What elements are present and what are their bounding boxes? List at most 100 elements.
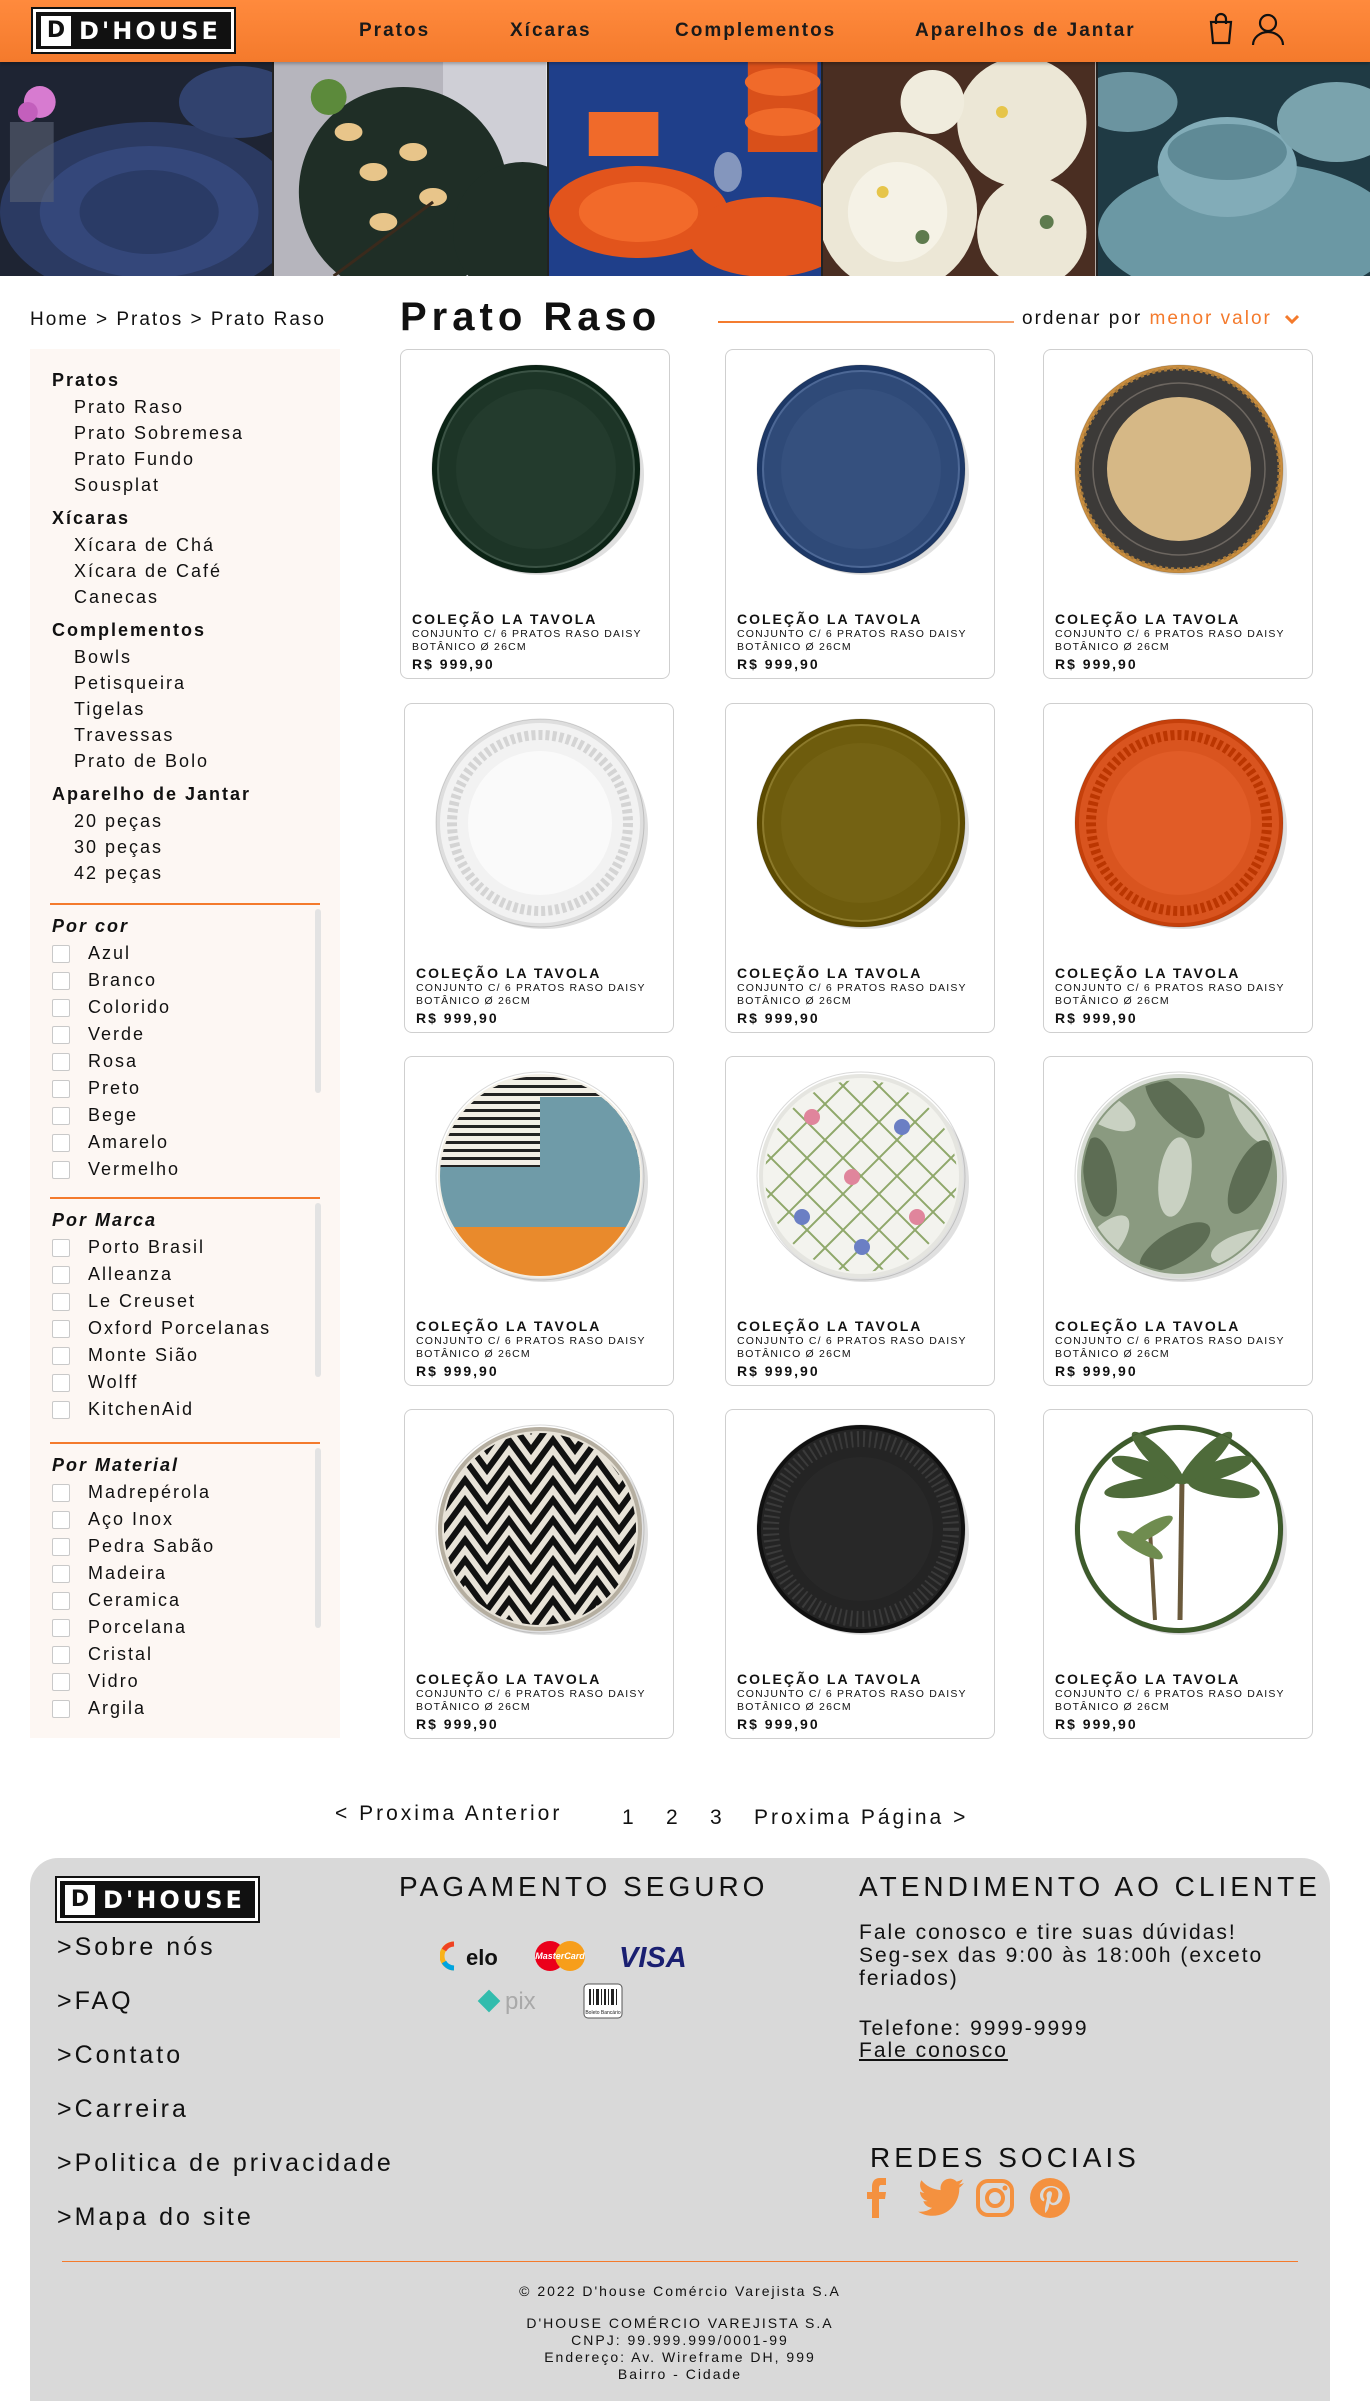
checkbox[interactable] — [52, 1672, 70, 1691]
checkbox[interactable] — [52, 1319, 70, 1338]
nav-xicaras[interactable]: Xícaras — [510, 20, 592, 42]
sidebar-item-prato-fundo[interactable]: Prato Fundo — [74, 449, 195, 470]
sort-control[interactable]: ordenar por menor valor — [1022, 308, 1300, 330]
footer-link-carreira[interactable]: >Carreira — [57, 2095, 189, 2124]
filter-option-azul[interactable]: Azul — [52, 943, 131, 964]
filter-option-le-creuset[interactable]: Le Creuset — [52, 1291, 196, 1312]
product-card[interactable]: COLEÇÃO LA TAVOLA CONJUNTO C/ 6 PRATOS R… — [404, 1056, 674, 1386]
sidebar-item-xicara-de-cafe[interactable]: Xícara de Café — [74, 561, 222, 582]
filter-option-preto[interactable]: Preto — [52, 1078, 141, 1099]
sidebar-category-xicaras[interactable]: Xícaras — [52, 508, 130, 529]
checkbox[interactable] — [52, 1025, 70, 1044]
checkbox[interactable] — [52, 1400, 70, 1419]
footer-link-sobre-nos[interactable]: >Sobre nós — [57, 1933, 216, 1962]
sidebar-item-sousplat[interactable]: Sousplat — [74, 475, 160, 496]
sidebar-item-bowls[interactable]: Bowls — [74, 647, 132, 668]
checkbox[interactable] — [52, 1106, 70, 1125]
filter-material-scrollbar[interactable] — [315, 1448, 321, 1628]
footer-link-politica-de-privacidade[interactable]: >Politica de privacidade — [57, 2149, 394, 2178]
breadcrumb[interactable]: Home > Pratos > Prato Raso — [30, 309, 326, 331]
product-card[interactable]: COLEÇÃO LA TAVOLA CONJUNTO C/ 6 PRATOS R… — [404, 1409, 674, 1739]
product-card[interactable]: COLEÇÃO LA TAVOLA CONJUNTO C/ 6 PRATOS R… — [725, 1409, 995, 1739]
checkbox[interactable] — [52, 1238, 70, 1257]
product-card[interactable]: COLEÇÃO LA TAVOLA CONJUNTO C/ 6 PRATOS R… — [725, 349, 995, 679]
user-icon[interactable] — [1251, 12, 1285, 46]
checkbox[interactable] — [52, 971, 70, 990]
footer-link-mapa-do-site[interactable]: >Mapa do site — [57, 2203, 254, 2232]
sidebar-item-tigelas[interactable]: Tigelas — [74, 699, 145, 720]
filter-option-branco[interactable]: Branco — [52, 970, 157, 991]
nav-aparelhos-de-jantar[interactable]: Aparelhos de Jantar — [915, 20, 1136, 42]
pagination-page-3[interactable]: 3 — [710, 1806, 725, 1830]
sidebar-item-42-pecas[interactable]: 42 peças — [74, 863, 163, 884]
checkbox[interactable] — [52, 944, 70, 963]
filter-option-amarelo[interactable]: Amarelo — [52, 1132, 169, 1153]
filter-cor-scrollbar[interactable] — [315, 909, 321, 1093]
checkbox[interactable] — [52, 1292, 70, 1311]
filter-option-porcelana[interactable]: Porcelana — [52, 1617, 187, 1638]
filter-option-vidro[interactable]: Vidro — [52, 1671, 140, 1692]
filter-option-kitchenaid[interactable]: KitchenAid — [52, 1399, 194, 1420]
checkbox[interactable] — [52, 1346, 70, 1365]
pagination-prev[interactable]: < Proxima Anterior — [335, 1802, 562, 1826]
checkbox[interactable] — [52, 1133, 70, 1152]
checkbox[interactable] — [52, 1079, 70, 1098]
checkbox[interactable] — [52, 1645, 70, 1664]
product-card[interactable]: COLEÇÃO LA TAVOLA CONJUNTO C/ 6 PRATOS R… — [1043, 1409, 1313, 1739]
filter-option-pedra-sabao[interactable]: Pedra Sabão — [52, 1536, 215, 1557]
checkbox[interactable] — [52, 1160, 70, 1179]
product-card[interactable]: COLEÇÃO LA TAVOLA CONJUNTO C/ 6 PRATOS R… — [1043, 1056, 1313, 1386]
checkbox[interactable] — [52, 1591, 70, 1610]
sidebar-item-petisqueira[interactable]: Petisqueira — [74, 673, 186, 694]
filter-option-wolff[interactable]: Wolff — [52, 1372, 138, 1393]
filter-option-bege[interactable]: Bege — [52, 1105, 138, 1126]
product-card[interactable]: COLEÇÃO LA TAVOLA CONJUNTO C/ 6 PRATOS R… — [400, 349, 670, 679]
sidebar-category-complementos[interactable]: Complementos — [52, 620, 206, 641]
footer-link-contato[interactable]: >Contato — [57, 2041, 183, 2070]
checkbox[interactable] — [52, 1265, 70, 1284]
filter-option-alleanza[interactable]: Alleanza — [52, 1264, 173, 1285]
sidebar-category-aparelho-de-jantar[interactable]: Aparelho de Jantar — [52, 784, 251, 805]
filter-marca-scrollbar[interactable] — [315, 1203, 321, 1377]
pagination-next[interactable]: Proxima Página > — [754, 1806, 968, 1830]
filter-option-argila[interactable]: Argila — [52, 1698, 146, 1719]
nav-complementos[interactable]: Complementos — [675, 20, 836, 42]
pagination-page-2[interactable]: 2 — [666, 1806, 681, 1830]
product-card[interactable]: COLEÇÃO LA TAVOLA CONJUNTO C/ 6 PRATOS R… — [725, 703, 995, 1033]
sidebar-item-20-pecas[interactable]: 20 peças — [74, 811, 163, 832]
filter-option-madeira[interactable]: Madeira — [52, 1563, 167, 1584]
sort-value[interactable]: menor valor — [1150, 308, 1272, 329]
contact-link[interactable]: Fale conosco — [859, 2039, 1008, 2062]
product-card[interactable]: COLEÇÃO LA TAVOLA CONJUNTO C/ 6 PRATOS R… — [1043, 349, 1313, 679]
filter-option-verde[interactable]: Verde — [52, 1024, 145, 1045]
checkbox[interactable] — [52, 1699, 70, 1718]
pinterest-icon[interactable] — [1030, 2178, 1070, 2218]
checkbox[interactable] — [52, 1618, 70, 1637]
product-card[interactable]: COLEÇÃO LA TAVOLA CONJUNTO C/ 6 PRATOS R… — [1043, 703, 1313, 1033]
filter-option-vermelho[interactable]: Vermelho — [52, 1159, 180, 1180]
checkbox[interactable] — [52, 1052, 70, 1071]
footer-logo[interactable]: D D'HOUSE — [55, 1876, 260, 1923]
product-card[interactable]: COLEÇÃO LA TAVOLA CONJUNTO C/ 6 PRATOS R… — [725, 1056, 995, 1386]
product-card[interactable]: COLEÇÃO LA TAVOLA CONJUNTO C/ 6 PRATOS R… — [404, 703, 674, 1033]
brand-logo[interactable]: D D'HOUSE — [31, 7, 236, 54]
chevron-down-icon[interactable] — [1285, 308, 1300, 330]
shopping-bag-icon[interactable] — [1208, 12, 1234, 46]
filter-option-oxford-porcelanas[interactable]: Oxford Porcelanas — [52, 1318, 271, 1339]
filter-option-monte-siao[interactable]: Monte Sião — [52, 1345, 199, 1366]
sidebar-item-30-pecas[interactable]: 30 peças — [74, 837, 163, 858]
filter-option-ceramica[interactable]: Ceramica — [52, 1590, 181, 1611]
facebook-icon[interactable] — [865, 2178, 889, 2218]
pagination-page-1[interactable]: 1 — [622, 1806, 637, 1830]
filter-option-aco-inox[interactable]: Aço Inox — [52, 1509, 174, 1530]
filter-option-colorido[interactable]: Colorido — [52, 997, 171, 1018]
filter-option-madreperola[interactable]: Madrepérola — [52, 1482, 211, 1503]
instagram-icon[interactable] — [975, 2178, 1015, 2218]
sidebar-item-prato-raso[interactable]: Prato Raso — [74, 397, 184, 418]
sidebar-item-xicara-de-cha[interactable]: Xícara de Chá — [74, 535, 215, 556]
filter-option-cristal[interactable]: Cristal — [52, 1644, 153, 1665]
nav-pratos[interactable]: Pratos — [359, 20, 430, 42]
sidebar-item-prato-de-bolo[interactable]: Prato de Bolo — [74, 751, 209, 772]
checkbox[interactable] — [52, 1564, 70, 1583]
sidebar-item-travessas[interactable]: Travessas — [74, 725, 174, 746]
